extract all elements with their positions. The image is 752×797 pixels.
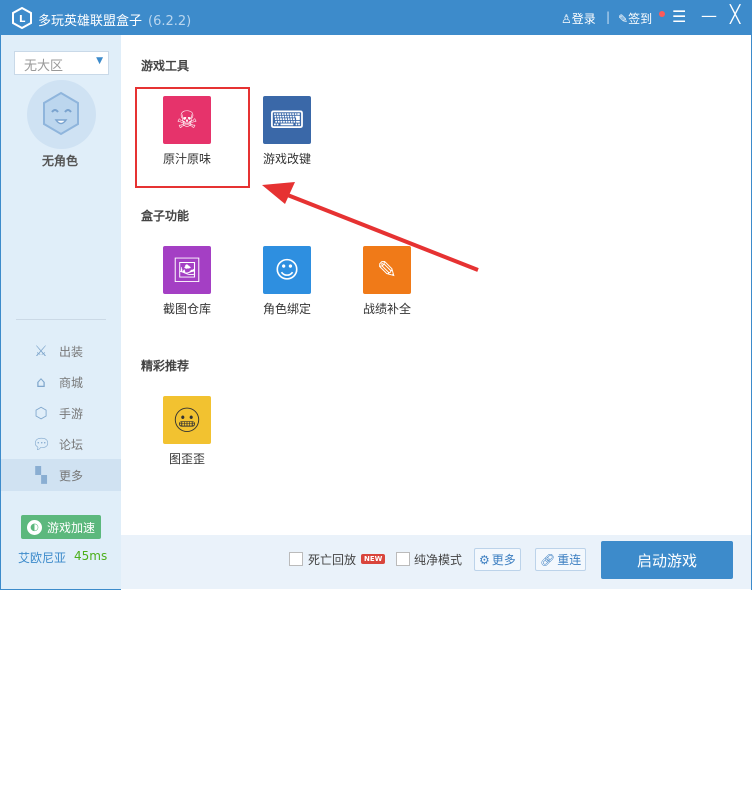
nav-label: 更多	[59, 468, 84, 483]
sidebar-item-build[interactable]: ⚔ 出装	[1, 335, 121, 367]
tile-record-fill[interactable]: ✎ 战绩补全	[342, 246, 432, 317]
region-select[interactable]: 无大区 ▼	[14, 51, 109, 75]
server-name[interactable]: 艾欧尼亚	[18, 549, 66, 566]
keyboard-icon: ⌨	[263, 96, 311, 144]
avatar[interactable]	[27, 80, 96, 149]
screenshot-icon: 🖼︎	[163, 246, 211, 294]
accelerate-icon: ◐	[27, 519, 42, 535]
avatar-face-icon	[43, 91, 79, 136]
section-title: 游戏工具	[141, 59, 190, 73]
mobile-game-icon: ⬡	[34, 404, 48, 422]
chevron-down-icon: ▼	[96, 56, 103, 66]
tile-role-bind[interactable]: ☺ 角色绑定	[242, 246, 332, 317]
death-replay-label: 死亡回放	[308, 553, 357, 567]
region-value: 无大区	[24, 59, 64, 74]
sidebar-divider	[16, 319, 106, 320]
login-label: 登录	[571, 12, 596, 26]
tile-label: 角色绑定	[262, 302, 311, 316]
sidebar-item-mobile[interactable]: ⬡ 手游	[1, 397, 121, 429]
game-accelerate-button[interactable]: ◐ 游戏加速	[21, 515, 101, 539]
app-name: 多玩英雄联盟盒子	[38, 14, 143, 29]
section-title: 盒子功能	[141, 209, 190, 223]
pure-mode-label: 纯净模式	[414, 553, 463, 567]
sidebar-item-store[interactable]: ⌂ 商城	[1, 366, 121, 398]
signin-button[interactable]: ✎签到	[618, 10, 652, 27]
nav-label: 商城	[59, 375, 84, 390]
highlight-box	[135, 87, 250, 188]
section-title: 精彩推荐	[141, 359, 190, 373]
store-icon: ⌂	[36, 373, 46, 391]
app-logo-icon: L	[12, 7, 32, 29]
tile-screenshots[interactable]: 🖼︎ 截图仓库	[142, 246, 232, 317]
accelerate-label: 游戏加速	[47, 520, 96, 535]
tile-label: 战绩补全	[362, 302, 411, 316]
svg-text:L: L	[19, 14, 26, 25]
more-settings-button[interactable]: ⚙ 更多	[474, 548, 521, 571]
link-icon: 🔗︎	[540, 552, 556, 567]
notification-dot	[659, 11, 665, 17]
sword-icon: ⚔	[34, 342, 48, 360]
reconnect-label: 重连	[557, 553, 582, 567]
tile-tuwaiwai[interactable]: 😬︎ 图歪歪	[142, 396, 232, 467]
tile-label: 截图仓库	[162, 302, 211, 316]
grid-icon: ▚	[35, 466, 47, 484]
minimize-icon[interactable]: —	[701, 6, 717, 25]
menu-icon[interactable]: ☰	[672, 7, 686, 26]
tile-key-remap[interactable]: ⌨ 游戏改键	[242, 96, 332, 167]
ping-value: 45ms	[74, 549, 108, 563]
more-label: 更多	[491, 553, 516, 567]
login-button[interactable]: ♙登录	[561, 10, 596, 27]
tile-label: 图歪歪	[168, 452, 205, 466]
nav-label: 论坛	[59, 437, 84, 452]
nav-label: 出装	[59, 344, 84, 359]
app-version: (6.2.2)	[148, 14, 192, 29]
signin-label: 签到	[628, 12, 653, 26]
sidebar-item-more[interactable]: ▚ 更多	[1, 459, 121, 491]
edit-icon: ✎	[618, 12, 629, 26]
face-icon: 😬︎	[163, 396, 211, 444]
divider: |	[606, 10, 611, 24]
app-title: 多玩英雄联盟盒子 (6.2.2)	[38, 10, 191, 29]
nav-label: 手游	[59, 406, 84, 421]
pure-mode-checkbox[interactable]	[396, 552, 410, 566]
user-icon: ♙	[561, 12, 572, 26]
gear-icon: ⚙	[479, 552, 490, 567]
start-game-button[interactable]: 启动游戏	[601, 541, 733, 579]
title-bar: L 多玩英雄联盟盒子 (6.2.2) ♙登录 | ✎签到 ☰ — ╳	[0, 0, 752, 35]
user-icon: ☺	[263, 246, 311, 294]
new-badge: NEW	[361, 554, 386, 564]
edit-icon: ✎	[363, 246, 411, 294]
role-name: 无角色	[41, 154, 78, 168]
tile-label: 游戏改键	[262, 152, 311, 166]
chat-icon: 💬︎	[32, 435, 52, 453]
sidebar-item-forum[interactable]: 💬︎ 论坛	[1, 428, 121, 460]
reconnect-button[interactable]: 🔗︎ 重连	[535, 548, 587, 571]
death-replay-checkbox[interactable]	[289, 552, 303, 566]
close-icon[interactable]: ╳	[730, 5, 740, 25]
